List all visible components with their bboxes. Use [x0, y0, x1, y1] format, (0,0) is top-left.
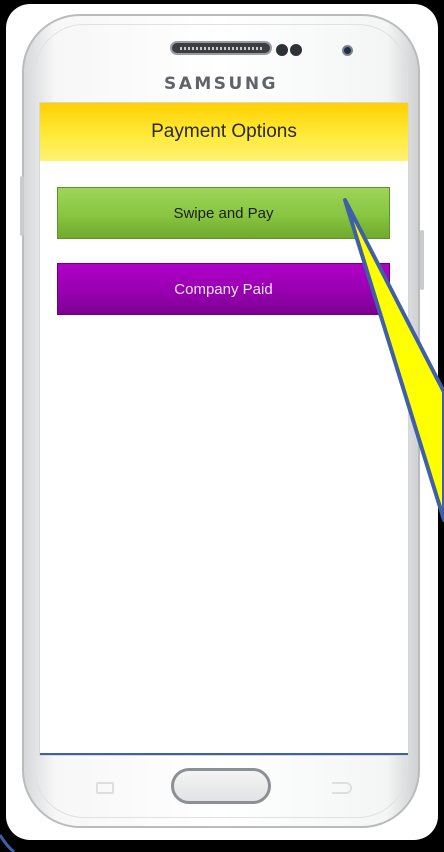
callout-edge-icon	[0, 834, 15, 852]
callout-pointer	[0, 198, 444, 852]
callout-arrow-icon	[343, 198, 444, 522]
